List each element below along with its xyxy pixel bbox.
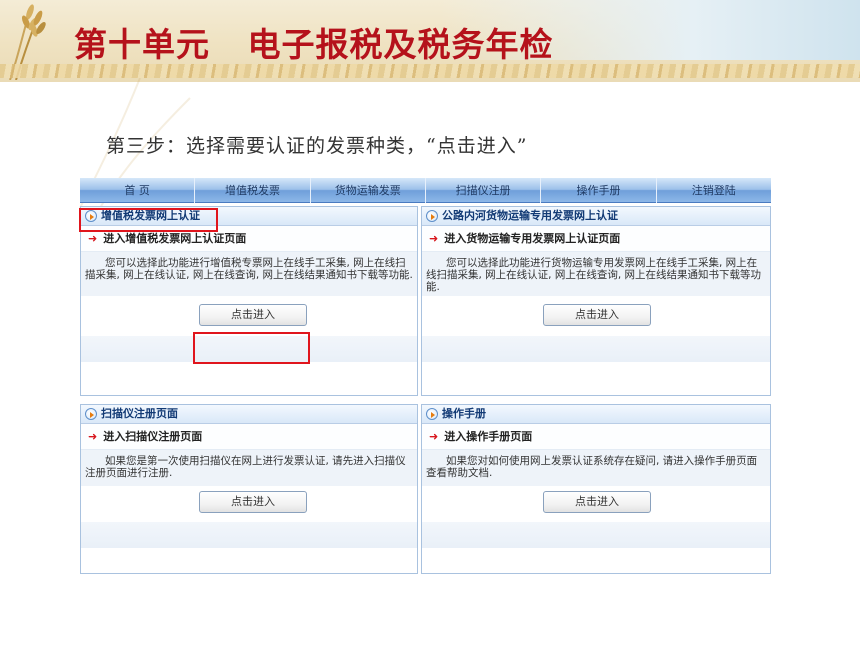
panel-vat-invoice: 增值税发票网上认证 ➜ 进入增值税发票网上认证页面 您可以选择此功能进行增值税专票… <box>80 206 418 396</box>
panel-bullet-icon <box>426 210 438 222</box>
panel-button-row: 点击进入 <box>422 296 770 336</box>
panel-header: 操作手册 <box>422 405 770 424</box>
panel-subtitle-text: 进入操作手册页面 <box>444 430 533 443</box>
panel-header-title: 操作手册 <box>442 407 486 420</box>
enter-freight-button[interactable]: 点击进入 <box>543 304 651 326</box>
panel-button-row: 点击进入 <box>81 486 417 522</box>
panel-button-row: 点击进入 <box>422 486 770 522</box>
arrow-right-icon: ➜ <box>429 232 439 245</box>
panel-user-manual: 操作手册 ➜ 进入操作手册页面 如果您对如何使用网上发票认证系统存在疑问, 请进入… <box>421 404 771 574</box>
panel-description: 您可以选择此功能进行增值税专票网上在线手工采集, 网上在线扫描采集, 网上在线认… <box>81 252 417 296</box>
nav-freight-invoice[interactable]: 货物运输发票 <box>311 178 426 203</box>
panel-footer <box>422 522 770 548</box>
nav-logout[interactable]: 注销登陆 <box>657 178 771 203</box>
enter-manual-button[interactable]: 点击进入 <box>543 491 651 513</box>
tax-portal-screenshot: 首 页 增值税发票 货物运输发票 扫描仪注册 操作手册 注销登陆 增值税发票网上… <box>79 178 771 574</box>
nav-home[interactable]: 首 页 <box>80 178 196 203</box>
panel-freight-invoice: 公路内河货物运输专用发票网上认证 ➜ 进入货物运输专用发票网上认证页面 您可以选择… <box>421 206 771 396</box>
panel-header-title: 扫描仪注册页面 <box>101 407 178 420</box>
panel-header: 扫描仪注册页面 <box>81 405 417 424</box>
page-title: 第十单元 电子报税及税务年检 <box>74 25 554 64</box>
panel-bullet-icon <box>85 408 97 420</box>
panel-subtitle-text: 进入货物运输专用发票网上认证页面 <box>444 232 621 245</box>
panel-bullet-icon <box>426 408 438 420</box>
slide-banner: 第十单元 电子报税及税务年检 <box>0 0 860 82</box>
nav-vat-invoice[interactable]: 增值税发票 <box>195 178 311 203</box>
arrow-right-icon: ➜ <box>429 430 439 443</box>
nav-scanner-register[interactable]: 扫描仪注册 <box>426 178 542 203</box>
panel-header-title: 公路内河货物运输专用发票网上认证 <box>442 209 618 222</box>
enter-scanner-button[interactable]: 点击进入 <box>199 491 307 513</box>
highlight-box-button <box>193 332 310 364</box>
panel-footer <box>422 336 770 362</box>
panel-subtitle-text: 进入增值税发票网上认证页面 <box>103 232 247 245</box>
panel-description: 如果您对如何使用网上发票认证系统存在疑问, 请进入操作手册页面查看帮助文档. <box>422 450 770 486</box>
panel-scanner-register: 扫描仪注册页面 ➜ 进入扫描仪注册页面 如果您是第一次使用扫描仪在网上进行发票认证… <box>80 404 418 574</box>
arrow-right-icon: ➜ <box>88 232 98 245</box>
panel-button-row: 点击进入 <box>81 296 417 336</box>
panel-description: 您可以选择此功能进行货物运输专用发票网上在线手工采集, 网上在线扫描采集, 网上… <box>422 252 770 296</box>
arrow-right-icon: ➜ <box>88 430 98 443</box>
banner-wheat-strip <box>0 64 860 78</box>
step-instruction: 第三步：选择需要认证的发票种类，“点击进入” <box>106 135 528 157</box>
panel-subtitle: ➜ 进入操作手册页面 <box>422 424 770 450</box>
panel-subtitle: ➜ 进入扫描仪注册页面 <box>81 424 417 450</box>
panel-subtitle: ➜ 进入货物运输专用发票网上认证页面 <box>422 226 770 252</box>
panel-footer <box>81 522 417 548</box>
panel-subtitle-text: 进入扫描仪注册页面 <box>103 430 203 443</box>
nav-user-manual[interactable]: 操作手册 <box>541 178 657 203</box>
enter-vat-button[interactable]: 点击进入 <box>199 304 307 326</box>
panel-header: 公路内河货物运输专用发票网上认证 <box>422 207 770 226</box>
highlight-box-header <box>79 208 218 232</box>
top-nav-bar: 首 页 增值税发票 货物运输发票 扫描仪注册 操作手册 注销登陆 <box>80 178 771 203</box>
panel-description: 如果您是第一次使用扫描仪在网上进行发票认证, 请先进入扫描仪注册页面进行注册. <box>81 450 417 486</box>
